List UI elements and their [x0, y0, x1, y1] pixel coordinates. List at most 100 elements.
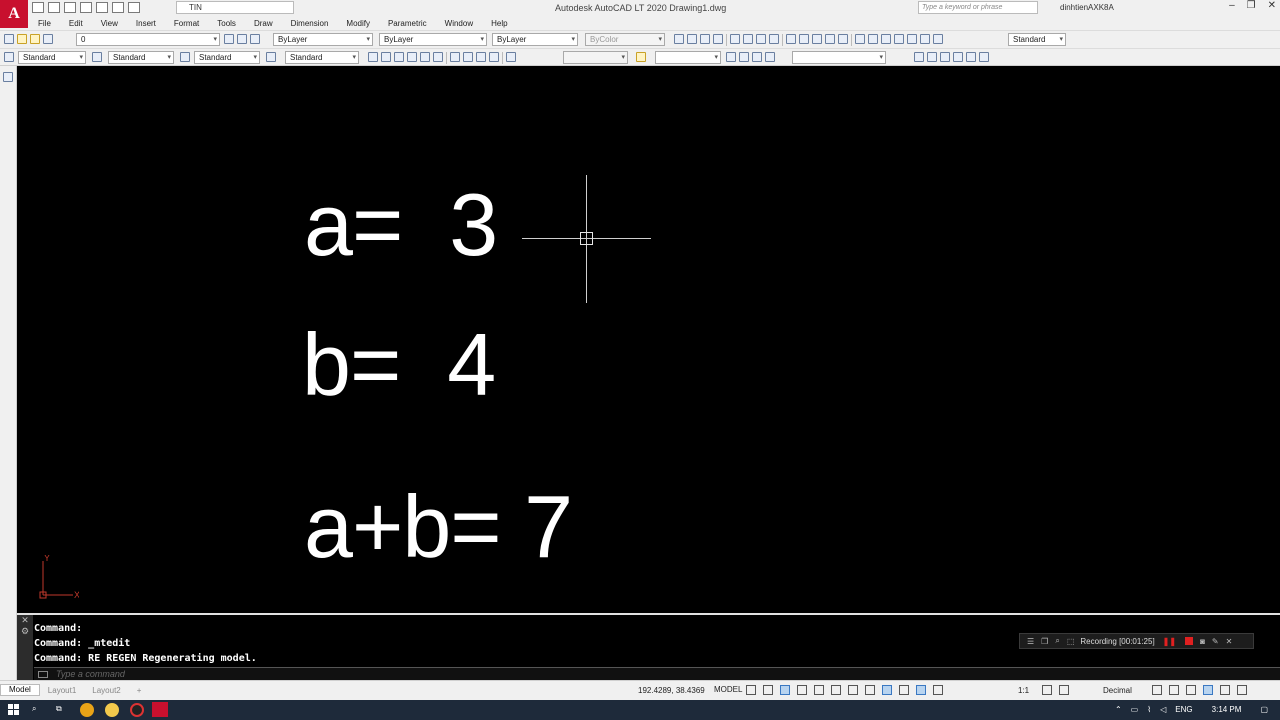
- orbit-continuous-icon[interactable]: [476, 52, 486, 62]
- menu-window[interactable]: Window: [435, 19, 473, 28]
- chrome-icon[interactable]: [80, 703, 94, 717]
- coordinates-readout[interactable]: 192.4289, 38.4369: [638, 686, 705, 695]
- menu-modify[interactable]: Modify: [336, 19, 370, 28]
- new-icon[interactable]: [32, 2, 44, 13]
- recorder-icon[interactable]: [130, 703, 144, 717]
- task-view-icon[interactable]: ⧉: [56, 704, 62, 714]
- save-as-icon[interactable]: [80, 2, 92, 13]
- pen-icon[interactable]: ✎: [1212, 637, 1219, 646]
- osnap-tracking-icon[interactable]: [831, 685, 841, 695]
- attach-icon[interactable]: [953, 52, 963, 62]
- region-icon[interactable]: ⬚: [1067, 637, 1075, 646]
- zoom-extents-icon[interactable]: [407, 52, 417, 62]
- dim-edit-icon[interactable]: [907, 34, 917, 44]
- selection-cycling-icon[interactable]: [899, 685, 909, 695]
- close-icon[interactable]: ✕: [1226, 637, 1233, 646]
- zoom-realtime-icon[interactable]: [368, 52, 378, 62]
- viewport-clip-icon[interactable]: [752, 52, 762, 62]
- dim-style-select[interactable]: Standard: [1008, 33, 1066, 46]
- menu-draw[interactable]: Draw: [244, 19, 273, 28]
- polar-icon[interactable]: [797, 685, 807, 695]
- clean-screen-icon[interactable]: [1220, 685, 1230, 695]
- plus-icon[interactable]: [1059, 685, 1069, 695]
- snap-icon[interactable]: [763, 685, 773, 695]
- close-icon[interactable]: ✕: [17, 615, 33, 626]
- mleader-style-icon[interactable]: [266, 52, 276, 62]
- grid-icon[interactable]: [746, 685, 756, 695]
- zoom-all-icon[interactable]: [420, 52, 430, 62]
- menu-view[interactable]: View: [91, 19, 118, 28]
- ortho-icon[interactable]: [780, 685, 790, 695]
- language-indicator[interactable]: ENG: [1175, 705, 1192, 714]
- browser-icon[interactable]: [105, 703, 119, 717]
- orbit-free-icon[interactable]: [463, 52, 473, 62]
- network-icon[interactable]: ⌇: [1147, 705, 1151, 714]
- windows-icon[interactable]: ❐: [1041, 637, 1048, 646]
- lineweight-select[interactable]: ByLayer: [492, 33, 578, 46]
- battery-icon[interactable]: ▭: [1131, 705, 1139, 714]
- workspace-select[interactable]: TIN: [176, 1, 294, 14]
- lightbulb-icon[interactable]: [17, 34, 27, 44]
- mleader-style-select[interactable]: Standard: [285, 51, 359, 64]
- menu-dimension[interactable]: Dimension: [281, 19, 329, 28]
- match-layer-icon[interactable]: [237, 34, 247, 44]
- zoom-window-icon[interactable]: [381, 52, 391, 62]
- zoom-icon[interactable]: ⌕: [1055, 636, 1059, 646]
- annotation-scale[interactable]: 1:1: [1018, 686, 1029, 695]
- restore-button[interactable]: ❐: [1247, 0, 1256, 11]
- break-icon[interactable]: [838, 34, 848, 44]
- redo-icon[interactable]: [128, 2, 140, 13]
- aligned-dim-icon[interactable]: [687, 34, 697, 44]
- viewcube-icon[interactable]: [489, 52, 499, 62]
- viewport-scale-icon[interactable]: [765, 52, 775, 62]
- mtext-line-1[interactable]: a= 3: [304, 181, 498, 269]
- lineweight-icon[interactable]: [865, 685, 875, 695]
- dim-update-icon[interactable]: [933, 34, 943, 44]
- gear-icon[interactable]: [1042, 685, 1052, 695]
- isodraft-icon[interactable]: [814, 685, 824, 695]
- annotation-visibility-icon[interactable]: [916, 685, 926, 695]
- text-tool-icon[interactable]: [3, 72, 13, 82]
- make-current-icon[interactable]: [224, 34, 234, 44]
- windows-start-icon[interactable]: [8, 704, 19, 715]
- customize-icon[interactable]: ⚙: [17, 626, 33, 637]
- layer-select[interactable]: 0: [76, 33, 220, 46]
- autocad-logo-icon[interactable]: A: [0, 0, 28, 28]
- chevron-up-icon[interactable]: ⌃: [1115, 705, 1122, 714]
- menu-help[interactable]: Help: [481, 19, 507, 28]
- adjust-icon[interactable]: [979, 52, 989, 62]
- block-icon[interactable]: [914, 52, 924, 62]
- pan-icon[interactable]: [433, 52, 443, 62]
- table-style-icon[interactable]: [180, 52, 190, 62]
- clock[interactable]: 3:14 PM: [1212, 705, 1242, 714]
- text-style-icon[interactable]: [4, 52, 14, 62]
- minimize-button[interactable]: –: [1229, 0, 1235, 11]
- ucs-icon[interactable]: [636, 52, 646, 62]
- orbit-icon[interactable]: [450, 52, 460, 62]
- menu-format[interactable]: Format: [164, 19, 199, 28]
- tab-layout1[interactable]: Layout1: [40, 686, 84, 695]
- auto-scale-icon[interactable]: [933, 685, 943, 695]
- menu-insert[interactable]: Insert: [126, 19, 156, 28]
- color-select[interactable]: ByLayer: [273, 33, 373, 46]
- radius-icon[interactable]: [730, 34, 740, 44]
- diameter-icon[interactable]: [756, 34, 766, 44]
- visual-style-select[interactable]: [655, 51, 721, 64]
- customization-icon[interactable]: [1237, 685, 1247, 695]
- quick-properties-icon[interactable]: [1152, 685, 1162, 695]
- center-mark-icon[interactable]: [868, 34, 878, 44]
- camera-icon[interactable]: ◙: [1200, 637, 1205, 646]
- clip-icon[interactable]: [966, 52, 976, 62]
- baseline-icon[interactable]: [799, 34, 809, 44]
- hardware-acceleration-icon[interactable]: [1203, 685, 1213, 695]
- units-select[interactable]: Decimal: [1103, 686, 1132, 695]
- lock-ui-icon[interactable]: [1169, 685, 1179, 695]
- quick-dim-icon[interactable]: [786, 34, 796, 44]
- insert-icon[interactable]: [927, 52, 937, 62]
- help-search-input[interactable]: Type a keyword or phrase: [918, 1, 1038, 14]
- open-icon[interactable]: [48, 2, 60, 13]
- menu-edit[interactable]: Edit: [59, 19, 83, 28]
- viewport-icon[interactable]: [726, 52, 736, 62]
- viewport-single-icon[interactable]: [739, 52, 749, 62]
- angular-icon[interactable]: [769, 34, 779, 44]
